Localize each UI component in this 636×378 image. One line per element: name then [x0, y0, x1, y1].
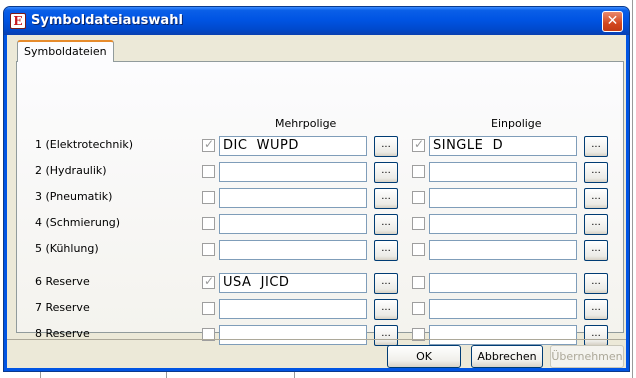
single-browse-button[interactable]: ...	[584, 214, 608, 235]
multi-symbol-field[interactable]	[219, 240, 367, 260]
single-symbol-field[interactable]	[429, 273, 577, 293]
multi-browse-button[interactable]: ...	[374, 188, 398, 209]
dialog-title: Symboldateiauswahl	[31, 13, 183, 28]
multi-browse-button[interactable]: ...	[374, 273, 398, 294]
single-enable-checkbox[interactable]	[412, 217, 425, 230]
multi-browse-button[interactable]: ...	[374, 325, 398, 346]
row-label: 4 (Schmierung)	[35, 216, 121, 229]
tab-symboldateien[interactable]: Symboldateien	[17, 40, 114, 62]
single-enable-checkbox[interactable]	[412, 243, 425, 256]
single-symbol-field[interactable]: SINGLE D	[429, 136, 577, 156]
multi-symbol-field[interactable]	[219, 299, 367, 319]
multi-symbol-field[interactable]	[219, 214, 367, 234]
single-symbol-field[interactable]	[429, 162, 577, 182]
multi-enable-checkbox[interactable]	[202, 217, 215, 230]
single-enable-checkbox[interactable]	[412, 302, 425, 315]
single-browse-button[interactable]: ...	[584, 325, 608, 346]
single-browse-button[interactable]: ...	[584, 136, 608, 157]
tab-panel: Mehrpolige Einpolige 1 (Elektrotechnik) …	[16, 61, 624, 346]
title-bar[interactable]: E Symboldateiauswahl ✕	[4, 7, 629, 35]
column-header-multi: Mehrpolige	[275, 117, 337, 130]
background-grid-line	[294, 372, 295, 378]
single-symbol-field[interactable]	[429, 188, 577, 208]
row-label: 3 (Pneumatik)	[35, 190, 113, 203]
multi-browse-button[interactable]: ...	[374, 136, 398, 157]
single-browse-button[interactable]: ...	[584, 162, 608, 183]
close-icon[interactable]: ✕	[602, 11, 623, 32]
cancel-button[interactable]: Abbrechen	[471, 345, 543, 368]
apply-button[interactable]: Übernehmen	[550, 345, 624, 368]
row-label: 5 (Kühlung)	[35, 242, 99, 255]
row-label: 7 Reserve	[35, 301, 90, 314]
single-enable-checkbox[interactable]	[412, 276, 425, 289]
footer-divider	[7, 339, 626, 340]
eplan-app-icon: E	[10, 13, 26, 29]
multi-symbol-field[interactable]: DIC WUPD	[219, 136, 367, 156]
single-browse-button[interactable]: ...	[584, 273, 608, 294]
multi-enable-checkbox[interactable]	[202, 274, 215, 289]
multi-browse-button[interactable]: ...	[374, 240, 398, 261]
row-label: 1 (Elektrotechnik)	[35, 138, 134, 151]
row-label: 2 (Hydraulik)	[35, 164, 107, 177]
background-grid-line	[166, 372, 167, 378]
single-browse-button[interactable]: ...	[584, 299, 608, 320]
single-browse-button[interactable]: ...	[584, 240, 608, 261]
single-enable-checkbox[interactable]	[412, 137, 425, 152]
multi-symbol-field[interactable]	[219, 188, 367, 208]
dialog-client: Symboldateien Mehrpolige Einpolige 1 (El…	[7, 35, 626, 368]
row-label: 6 Reserve	[35, 275, 90, 288]
multi-symbol-field[interactable]	[219, 325, 367, 345]
single-symbol-field[interactable]	[429, 299, 577, 319]
multi-browse-button[interactable]: ...	[374, 162, 398, 183]
multi-browse-button[interactable]: ...	[374, 214, 398, 235]
multi-enable-checkbox[interactable]	[202, 243, 215, 256]
single-browse-button[interactable]: ...	[584, 188, 608, 209]
column-header-single: Einpolige	[491, 117, 542, 130]
multi-symbol-field[interactable]	[219, 162, 367, 182]
multi-browse-button[interactable]: ...	[374, 299, 398, 320]
background-grid-line	[632, 0, 633, 378]
single-symbol-field[interactable]	[429, 214, 577, 234]
multi-enable-checkbox[interactable]	[202, 137, 215, 152]
single-enable-checkbox[interactable]	[412, 165, 425, 178]
single-enable-checkbox[interactable]	[412, 191, 425, 204]
dialog-window: E Symboldateiauswahl ✕ Symboldateien Meh…	[3, 6, 630, 372]
multi-enable-checkbox[interactable]	[202, 302, 215, 315]
single-symbol-field[interactable]	[429, 325, 577, 345]
background-grid-line	[40, 372, 41, 378]
single-symbol-field[interactable]	[429, 240, 577, 260]
multi-enable-checkbox[interactable]	[202, 165, 215, 178]
multi-enable-checkbox[interactable]	[202, 191, 215, 204]
multi-symbol-field[interactable]: USA JICD	[219, 273, 367, 293]
ok-button[interactable]: OK	[387, 345, 461, 368]
